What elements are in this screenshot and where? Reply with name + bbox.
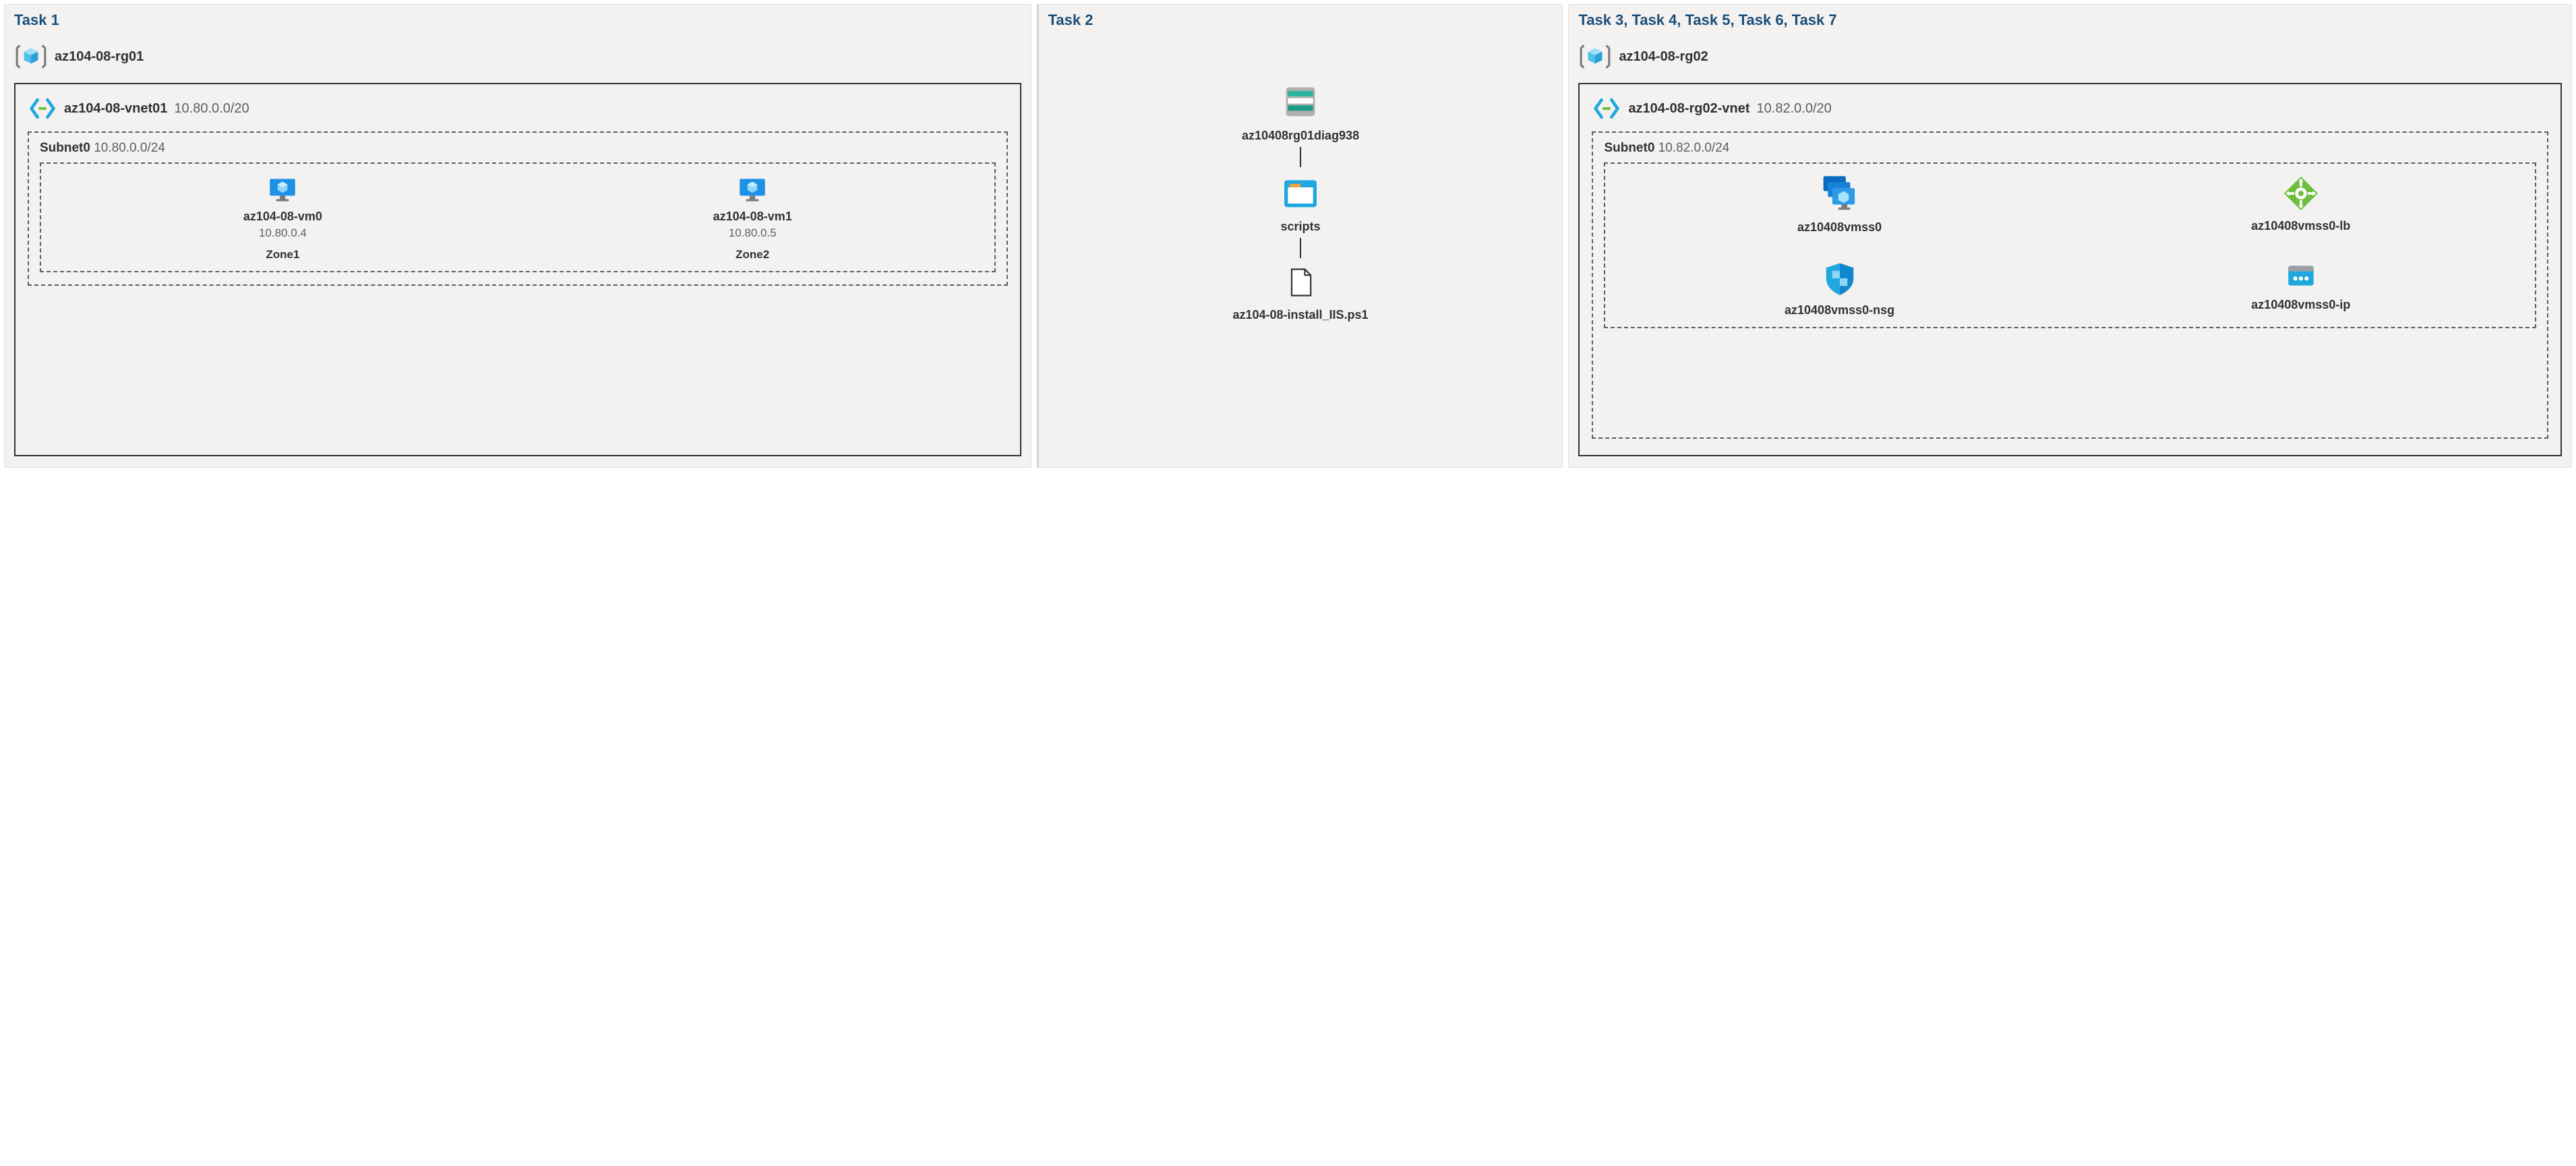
vnet02-header: az104-08-rg02-vnet 10.82.0.0/20 — [1592, 94, 2548, 123]
public-ip-icon — [2281, 259, 2320, 293]
vnet01-header: az104-08-vnet01 10.80.0.0/20 — [28, 94, 1008, 123]
storage-name: az10408rg01diag938 — [1242, 129, 1359, 143]
vnet01-cidr: 10.80.0.0/20 — [174, 101, 249, 117]
vm1-zone: Zone2 — [736, 248, 769, 262]
ip-name: az10408vmss0-ip — [2251, 298, 2350, 312]
vmss: az10408vmss0 — [1612, 173, 2066, 235]
connector-line — [1300, 238, 1301, 258]
vmss-icon — [1816, 173, 1863, 215]
vmss-name: az10408vmss0 — [1797, 220, 1882, 235]
vm-icon — [736, 173, 769, 207]
vm-group: az104-08-vm0 10.80.0.4 Zone1 az104-08-vm… — [40, 162, 996, 272]
rg01-header: az104-08-rg01 — [14, 40, 1021, 73]
diagram-canvas: Task 1 az104-08-rg01 az104-08-vnet01 10.… — [0, 0, 2576, 472]
vnet02-box: az104-08-rg02-vnet 10.82.0.0/20 Subnet0 … — [1578, 83, 2562, 456]
storage-icon — [1279, 80, 1322, 123]
vm0-zone: Zone1 — [266, 248, 299, 262]
subnet02-name: Subnet0 — [1604, 141, 1654, 155]
resource-group-icon — [14, 40, 48, 73]
vm-icon — [266, 173, 299, 207]
vm1-name: az104-08-vm1 — [713, 210, 792, 224]
vm0-ip: 10.80.0.4 — [259, 226, 307, 240]
lb-name: az10408vmss0-lb — [2251, 219, 2350, 233]
vnet-icon — [28, 94, 57, 123]
resource-group-icon — [1578, 40, 1612, 73]
subnet0-cidr: 10.80.0.0/24 — [94, 141, 165, 155]
blob-container: scripts — [1279, 171, 1322, 234]
vnet01-name: az104-08-vnet01 — [64, 101, 167, 117]
vnet02-cidr: 10.82.0.0/20 — [1757, 101, 1832, 117]
vnet01-box: az104-08-vnet01 10.80.0.0/20 Subnet0 10.… — [14, 83, 1021, 456]
subnet02-box: Subnet0 10.82.0.0/24 az10408vmss0 az1040… — [1592, 131, 2548, 439]
vm1-ip: 10.80.0.5 — [729, 226, 777, 240]
task1-title: Task 1 — [14, 11, 1021, 29]
subnet02-cidr: 10.82.0.0/24 — [1658, 141, 1730, 155]
vm0-name: az104-08-vm0 — [243, 210, 322, 224]
task3-title: Task 3, Task 4, Task 5, Task 6, Task 7 — [1578, 11, 2562, 29]
vm1: az104-08-vm1 10.80.0.5 Zone2 — [518, 173, 988, 262]
load-balancer: az10408vmss0-lb — [2074, 173, 2528, 235]
task2-panel: Task 2 az10408rg01diag938 scripts az104-… — [1037, 4, 1563, 468]
vm0: az104-08-vm0 10.80.0.4 Zone1 — [48, 173, 518, 262]
task2-title: Task 2 — [1048, 11, 1553, 29]
file-icon — [1283, 262, 1318, 303]
container-icon — [1279, 171, 1322, 214]
load-balancer-icon — [2281, 173, 2321, 214]
subnet0-header: Subnet0 10.80.0.0/24 — [40, 141, 996, 156]
vmss-group: az10408vmss0 az10408vmss0-lb az10408vmss… — [1604, 162, 2536, 328]
task3-panel: Task 3, Task 4, Task 5, Task 6, Task 7 a… — [1568, 4, 2572, 468]
subnet0-name: Subnet0 — [40, 141, 90, 155]
shield-icon — [1822, 259, 1858, 298]
storage-account: az10408rg01diag938 — [1242, 80, 1359, 143]
vnet-icon — [1592, 94, 1621, 123]
rg02-header: az104-08-rg02 — [1578, 40, 2562, 73]
rg02-name: az104-08-rg02 — [1619, 49, 1708, 65]
subnet0-box: Subnet0 10.80.0.0/24 az104-08-vm0 10.80.… — [28, 131, 1008, 286]
container-name: scripts — [1281, 220, 1321, 234]
script-file: az104-08-install_IIS.ps1 — [1232, 262, 1368, 322]
task1-panel: Task 1 az104-08-rg01 az104-08-vnet01 10.… — [4, 4, 1031, 468]
connector-line — [1300, 147, 1301, 167]
nsg-name: az10408vmss0-nsg — [1785, 303, 1894, 317]
nsg: az10408vmss0-nsg — [1612, 259, 2066, 317]
subnet02-header: Subnet0 10.82.0.0/24 — [1604, 141, 2536, 156]
rg01-name: az104-08-rg01 — [55, 49, 144, 65]
file-name: az104-08-install_IIS.ps1 — [1232, 308, 1368, 322]
public-ip: az10408vmss0-ip — [2074, 259, 2528, 317]
vnet02-name: az104-08-rg02-vnet — [1628, 101, 1749, 117]
